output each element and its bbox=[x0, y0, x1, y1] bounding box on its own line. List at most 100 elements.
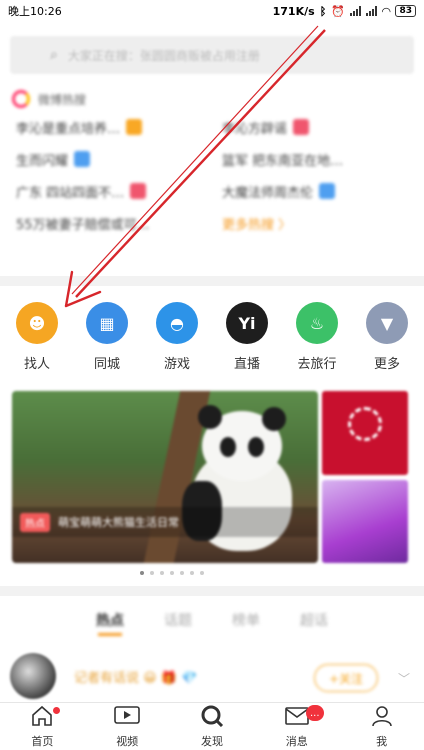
hot-search-item-text: 李沁方辟谣 bbox=[222, 121, 288, 137]
hot-search-item[interactable]: 广东 四站四面不… bbox=[16, 182, 202, 201]
hot-search-item-text: 生而闪耀 bbox=[16, 153, 69, 169]
hot-search-item[interactable]: 更多热搜 〉 bbox=[222, 214, 408, 233]
home-icon bbox=[30, 705, 54, 731]
hot-search-item-text: 篮军 把东南亚在地… bbox=[222, 153, 344, 169]
hot-search-item[interactable]: 55万被妻子赔偿或可… bbox=[16, 214, 202, 233]
pager-dot bbox=[180, 571, 184, 575]
banner-pager bbox=[140, 571, 204, 575]
panda-ear-right bbox=[262, 407, 286, 431]
red-tag-icon bbox=[130, 183, 147, 199]
alarm-icon: ⏰ bbox=[331, 4, 345, 18]
post-author-text: 记者有话说 😀 🎁 💎 bbox=[74, 670, 198, 686]
banner-side-bottom[interactable] bbox=[322, 480, 408, 563]
quick-link-2[interactable]: ▦ 同城 bbox=[76, 302, 138, 384]
quick-link-glyph: ◓ bbox=[170, 313, 184, 333]
hot-search-item[interactable]: 大魔法师周杰伦 bbox=[222, 182, 408, 201]
hot-search-item[interactable]: 李沁方辟谣 bbox=[222, 118, 408, 137]
quick-link-label: 游戏 bbox=[163, 357, 190, 372]
hot-search-logo-icon bbox=[12, 90, 30, 108]
battery-icon: 83 bbox=[395, 5, 416, 17]
hot-search-item[interactable]: 生而闪耀 bbox=[16, 150, 202, 169]
hot-search-item-text: 李沁是重点培养… bbox=[16, 121, 121, 137]
feed-tab[interactable]: 超话 bbox=[300, 604, 328, 640]
quick-link-label: 同城 bbox=[93, 357, 120, 372]
panda-head bbox=[198, 405, 286, 481]
weibo-discover-screen: 晚上10:26 171K/s ᛒ ⏰ ◠ 83 ⌕ 大家正在搜：张圆圆商贩被占用… bbox=[0, 0, 424, 750]
avatar[interactable] bbox=[10, 653, 56, 699]
quick-link-glyph: ☻ bbox=[28, 313, 46, 333]
quick-link-3[interactable]: ◓ 游戏 bbox=[146, 302, 208, 384]
pager-dot-active bbox=[140, 571, 144, 575]
blue-tag-icon bbox=[74, 151, 91, 167]
notification-dot bbox=[53, 707, 61, 714]
pager-dot bbox=[190, 571, 194, 575]
nav-item-5[interactable]: 我 bbox=[347, 703, 417, 750]
feed-tab[interactable]: 榜单 bbox=[232, 604, 260, 640]
quick-links-row: ☻ 找人 ▦ 同城 ◓ 游戏 Yi 直播 ♨ 去旅行 ▼ 更多 bbox=[0, 302, 424, 384]
feed-post-preview[interactable]: 记者有话说 😀 🎁 💎 +关注 ﹀ bbox=[0, 650, 424, 702]
bluetooth-icon: ᛒ bbox=[319, 4, 327, 18]
status-time: 晚上10:26 bbox=[8, 5, 62, 18]
blue-tag-icon bbox=[319, 183, 336, 199]
profile-icon bbox=[370, 705, 394, 731]
banner-main[interactable]: 热点 萌宝萌萌大熊猫生活日常 bbox=[12, 391, 318, 563]
hot-search-section: 微博热搜 李沁是重点培养… 李沁方辟谣生而闪耀 篮军 把东南亚在地… 广东 四站四面不… bbox=[0, 86, 424, 272]
hot-search-item[interactable]: 李沁是重点培养… bbox=[16, 118, 202, 137]
search-placeholder: 大家正在搜：张圆圆商贩被占用注册 bbox=[67, 48, 260, 63]
banner-side-top[interactable] bbox=[322, 391, 408, 475]
quick-link-label: 更多 bbox=[373, 357, 400, 372]
nav-item-4[interactable]: 消息... bbox=[262, 703, 332, 750]
hot-search-list: 李沁是重点培养… 李沁方辟谣生而闪耀 篮军 把东南亚在地… 广东 四站四面不… 大魔法师… bbox=[0, 112, 424, 238]
feed-tab[interactable]: 热点 bbox=[96, 604, 124, 640]
signal-icon-2 bbox=[366, 6, 377, 16]
section-divider bbox=[0, 276, 424, 286]
hot-search-item-text: 大魔法师周杰伦 bbox=[222, 185, 314, 201]
video-icon bbox=[113, 705, 141, 731]
quick-link-1[interactable]: ☻ 找人 bbox=[6, 302, 68, 384]
orange-tag-icon bbox=[126, 119, 143, 135]
quick-link-label: 去旅行 bbox=[297, 357, 337, 372]
feed-tabs: 热点 话题 榜单 超话 bbox=[0, 604, 424, 640]
pager-dot bbox=[200, 571, 204, 575]
bauhinia-flower-icon bbox=[348, 407, 382, 441]
search-input[interactable]: ⌕ 大家正在搜：张圆圆商贩被占用注册 bbox=[10, 36, 414, 74]
more-arrow-icon: ▼ bbox=[366, 302, 408, 344]
quick-link-4[interactable]: Yi 直播 bbox=[216, 302, 278, 384]
nav-label: 首页 bbox=[31, 734, 54, 748]
hot-search-item-text: 55万被妻子赔偿或可… bbox=[16, 217, 150, 233]
balloon-travel-icon: ♨ bbox=[296, 302, 338, 344]
nav-item-2[interactable]: 视频 bbox=[92, 703, 162, 750]
quick-link-glyph: ▼ bbox=[380, 313, 394, 333]
hot-search-item-text: 广东 四站四面不… bbox=[16, 185, 125, 201]
panda-eye-right bbox=[248, 437, 264, 457]
pager-dot bbox=[150, 571, 154, 575]
search-icon: ⌕ bbox=[50, 47, 58, 63]
quick-link-label: 直播 bbox=[233, 357, 260, 372]
status-bar: 晚上10:26 171K/s ᛒ ⏰ ◠ 83 bbox=[0, 0, 424, 22]
panda-eye-left bbox=[220, 437, 236, 457]
wifi-icon: ◠ bbox=[382, 4, 391, 18]
section-divider-2 bbox=[0, 586, 424, 596]
hot-search-header[interactable]: 微博热搜 bbox=[0, 86, 424, 112]
nav-label: 发现 bbox=[200, 734, 223, 748]
nav-item-1[interactable]: 首页 bbox=[7, 703, 77, 750]
quick-link-5[interactable]: ♨ 去旅行 bbox=[286, 302, 348, 384]
hot-search-item[interactable]: 篮军 把东南亚在地… bbox=[222, 150, 408, 169]
quick-link-6[interactable]: ▼ 更多 bbox=[356, 302, 418, 384]
pager-dot bbox=[160, 571, 164, 575]
banner-caption: 热点 萌宝萌萌大熊猫生活日常 bbox=[12, 507, 318, 537]
hot-search-title: 微博热搜 bbox=[38, 92, 87, 107]
discover-search-icon bbox=[200, 705, 224, 731]
nav-item-3[interactable]: 发现 bbox=[177, 703, 247, 750]
quick-link-label: 找人 bbox=[23, 357, 50, 372]
feed-tab[interactable]: 话题 bbox=[164, 604, 192, 640]
bottom-navigation: 首页 视频 发现 消息... 我 bbox=[0, 702, 424, 750]
battery-level: 83 bbox=[399, 6, 412, 16]
search-bar: ⌕ 大家正在搜：张圆圆商贩被占用注册 bbox=[0, 30, 424, 82]
status-icons: 171K/s ᛒ ⏰ ◠ 83 bbox=[273, 5, 416, 18]
chevron-down-icon[interactable]: ﹀ bbox=[398, 670, 410, 687]
banner-caption-text: 萌宝萌萌大熊猫生活日常 bbox=[58, 516, 179, 529]
nav-label: 视频 bbox=[116, 734, 139, 748]
follow-button[interactable]: +关注 bbox=[314, 664, 378, 692]
find-people-icon: ☻ bbox=[16, 302, 58, 344]
